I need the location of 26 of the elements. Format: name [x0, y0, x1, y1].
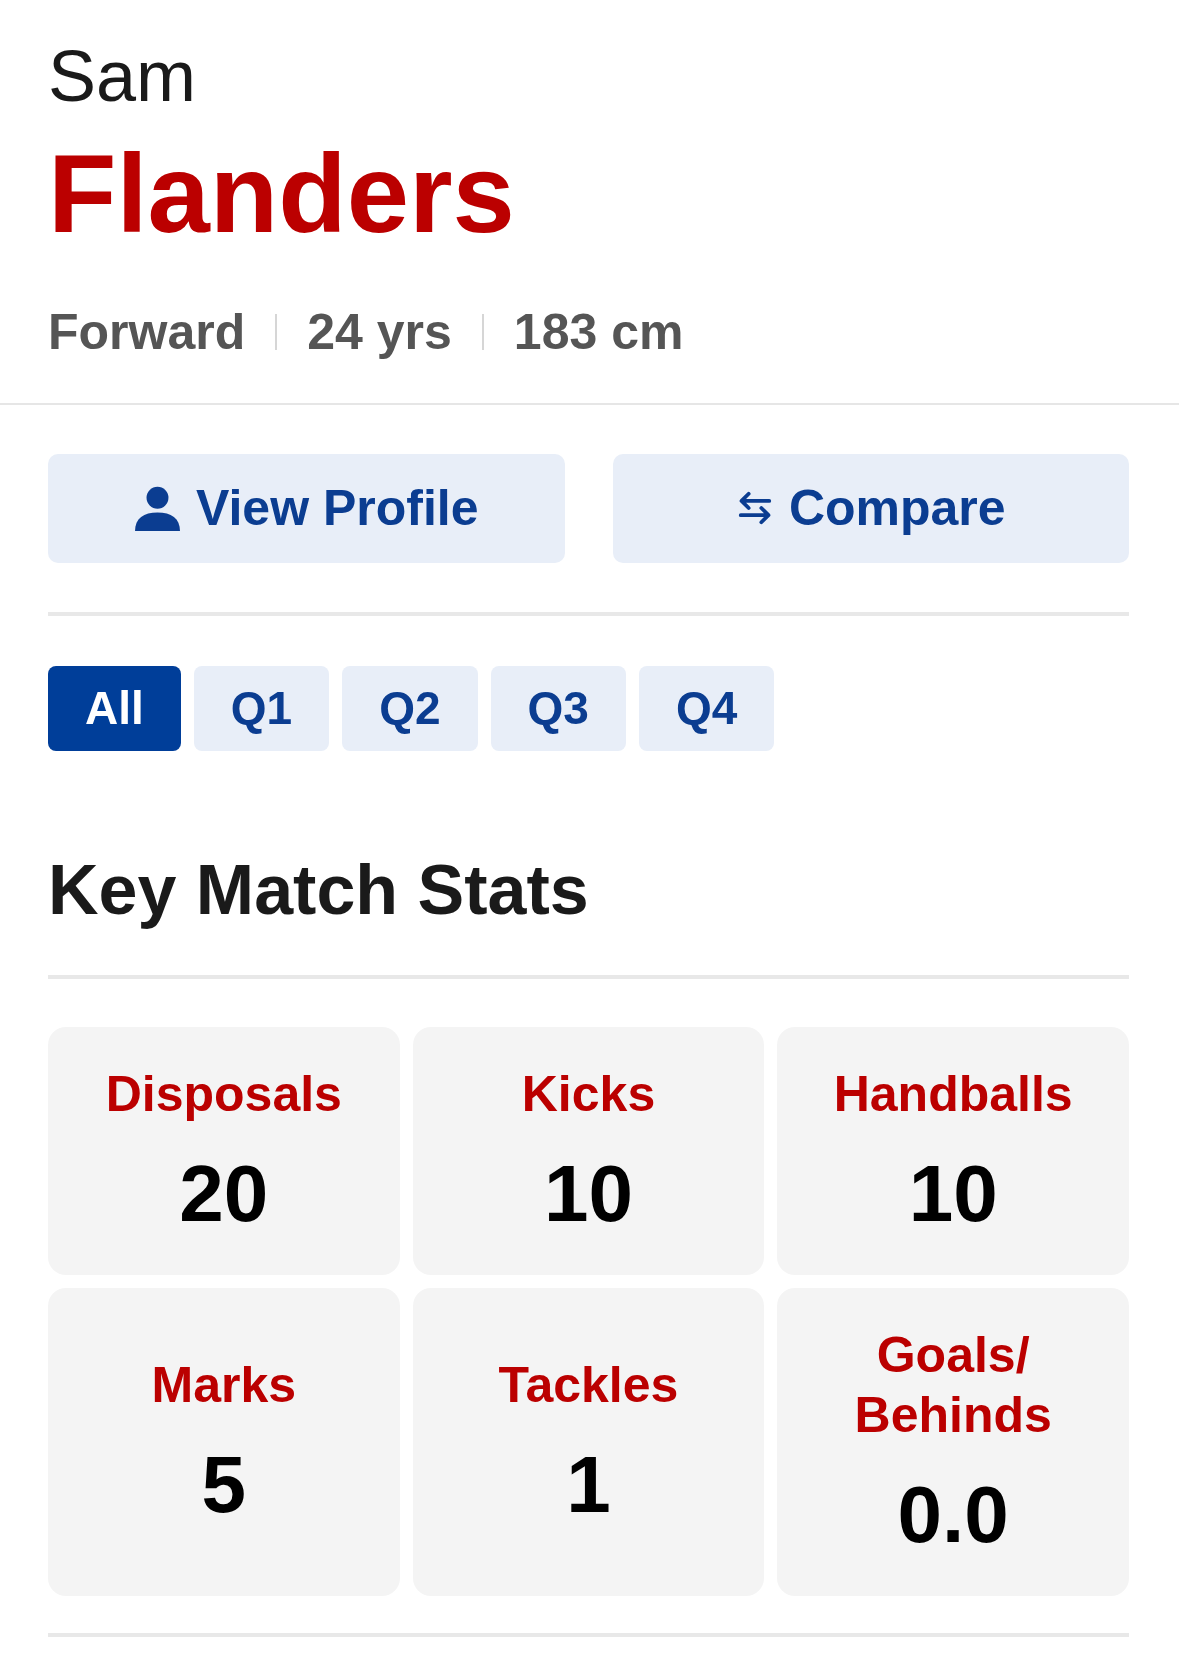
- player-detail: Forward: [48, 302, 246, 362]
- period-tab[interactable]: Q1: [193, 665, 330, 751]
- person-icon: [134, 485, 181, 531]
- stat-label: Disposals: [105, 1064, 342, 1124]
- stat-label: Marks: [151, 1355, 297, 1415]
- last-name: Flanders: [48, 130, 515, 259]
- stat-label: Handballs: [833, 1064, 1073, 1124]
- first-name: Sam: [48, 35, 197, 118]
- period-tab[interactable]: Q2: [342, 665, 478, 751]
- stat-value: 0.0: [897, 1468, 1009, 1561]
- stat-label: Kicks: [521, 1064, 656, 1124]
- stat-label: Goals/Behinds: [853, 1325, 1053, 1445]
- period-tab[interactable]: All: [48, 665, 181, 751]
- stat-label: Tackles: [498, 1355, 679, 1415]
- stat-value: 20: [179, 1147, 269, 1240]
- player-detail: 24 yrs: [307, 302, 452, 362]
- stat-value: 10: [544, 1147, 633, 1240]
- player-detail: 183 cm: [513, 302, 684, 362]
- view-profile-button[interactable]: View Profile: [48, 453, 565, 563]
- section-title: Key Match Stats: [48, 849, 589, 931]
- stat-value: 10: [908, 1147, 998, 1240]
- compare-button[interactable]: Compare: [612, 453, 1129, 563]
- period-tab[interactable]: Q4: [638, 665, 775, 751]
- stat-value: 5: [201, 1438, 247, 1531]
- period-tab[interactable]: Q3: [490, 665, 626, 751]
- stat-value: 1: [566, 1438, 611, 1531]
